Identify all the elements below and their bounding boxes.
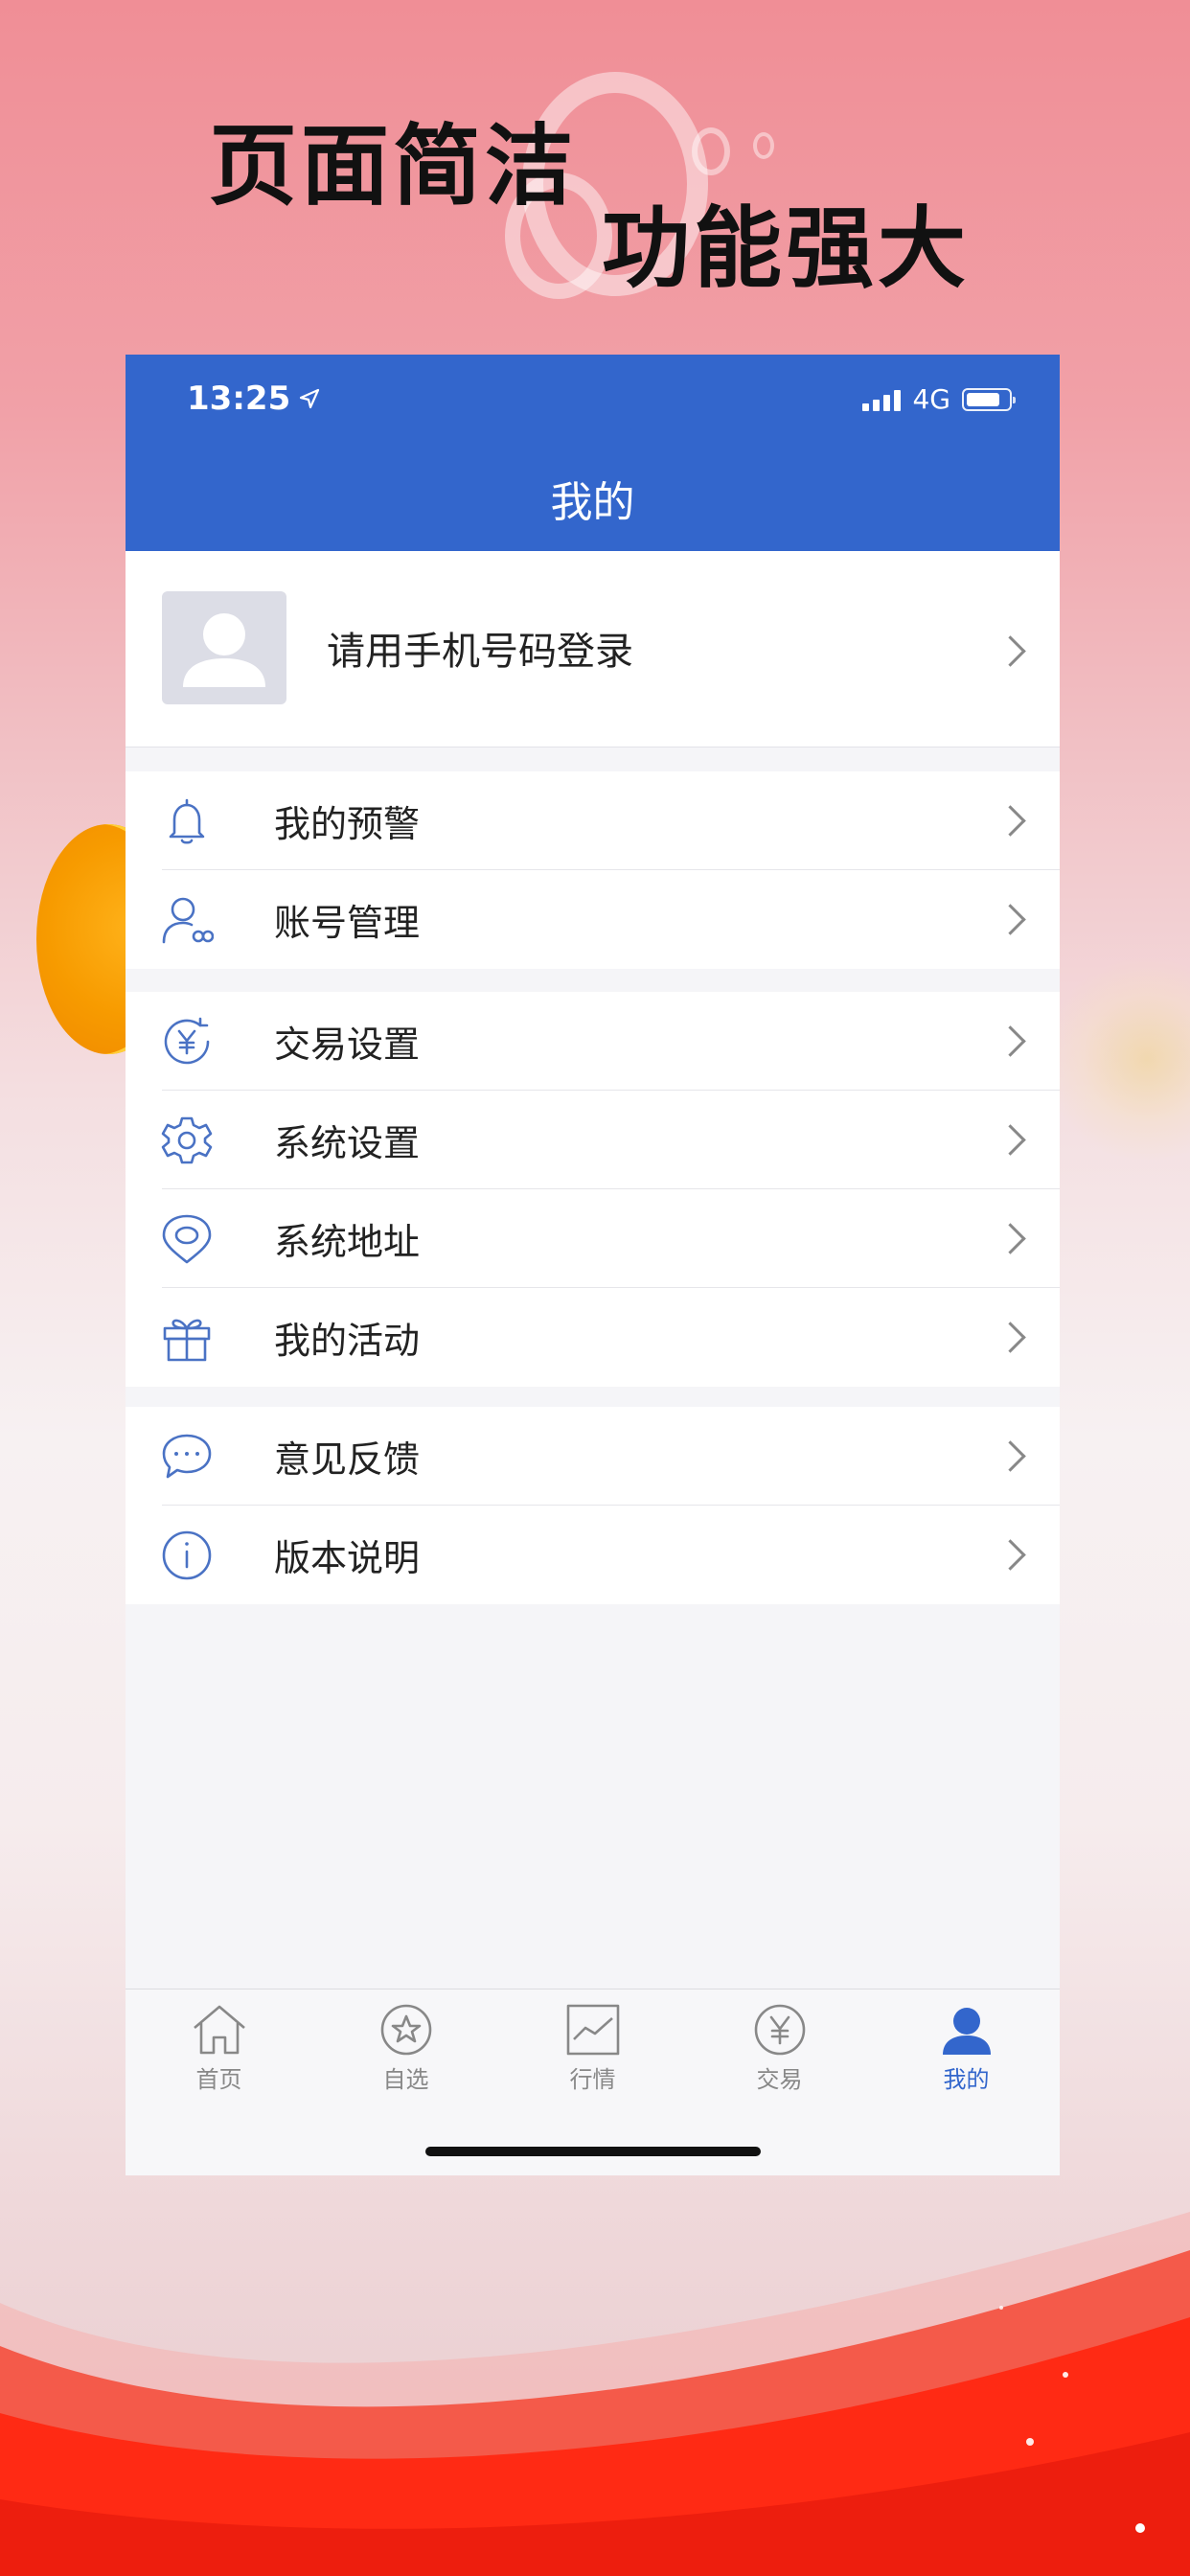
login-card[interactable]: 请用手机号码登录	[126, 551, 1060, 748]
gear-icon	[160, 1114, 214, 1167]
user-account-icon	[160, 893, 214, 947]
tab-label: 我的	[943, 2066, 990, 2093]
tab-label: 行情	[569, 2066, 616, 2093]
chevron-right-icon	[995, 1539, 1026, 1571]
star-circle-icon	[378, 2003, 435, 2057]
gift-icon	[160, 1311, 214, 1365]
info-icon	[160, 1529, 214, 1582]
menu-item-version-info[interactable]: 版本说明	[126, 1506, 1060, 1604]
menu-group-1: 我的预警 账号管理	[126, 771, 1060, 969]
login-prompt: 请用手机号码登录	[327, 630, 633, 674]
chevron-right-icon	[995, 904, 1026, 935]
status-indicators: 4G	[862, 383, 1016, 415]
tab-market[interactable]: 行情	[499, 2003, 686, 2094]
menu-item-label: 系统地址	[274, 1221, 421, 1263]
page-title: 我的	[550, 478, 635, 527]
phone-screen: 13:25 4G 我的 请用手机号码登录 我的预警 账号管理 交易设置 系统设置…	[126, 355, 1060, 2175]
promo-headline-left: 页面简洁	[209, 115, 578, 218]
decor-ring-small	[692, 127, 730, 175]
sparkle-decoration	[1046, 958, 1190, 1160]
network-type: 4G	[912, 383, 950, 415]
menu-item-system-settings[interactable]: 系统设置	[126, 1091, 1060, 1189]
status-time: 13:25	[187, 380, 291, 418]
menu-group-3: 意见反馈 版本说明	[126, 1407, 1060, 1604]
chevron-right-icon	[995, 635, 1026, 667]
person-icon	[938, 2003, 995, 2057]
menu-group-2: 交易设置 系统设置 系统地址 我的活动	[126, 992, 1060, 1387]
menu-item-alerts[interactable]: 我的预警	[126, 771, 1060, 870]
chat-bubble-icon	[160, 1430, 214, 1484]
decor-ring-tiny	[753, 132, 774, 159]
status-time-group: 13:25	[187, 380, 321, 418]
chevron-right-icon	[995, 1124, 1026, 1156]
menu-item-label: 我的活动	[274, 1320, 421, 1362]
location-pin-icon	[160, 1212, 214, 1266]
tab-label: 首页	[195, 2066, 242, 2093]
promo-headline-right: 功能强大	[602, 197, 971, 300]
menu-item-label: 意见反馈	[274, 1438, 421, 1481]
default-avatar-icon	[162, 591, 286, 704]
menu-item-my-activities[interactable]: 我的活动	[126, 1288, 1060, 1387]
chevron-right-icon	[995, 1223, 1026, 1254]
menu-item-label: 版本说明	[274, 1537, 421, 1579]
tab-label: 交易	[756, 2066, 803, 2093]
menu-item-system-address[interactable]: 系统地址	[126, 1189, 1060, 1288]
menu-item-label: 我的预警	[274, 803, 421, 845]
red-wave-decoration	[0, 2212, 1190, 2576]
tab-label: 自选	[382, 2066, 429, 2093]
chevron-right-icon	[995, 1025, 1026, 1057]
status-bar: 13:25 4G	[126, 355, 1060, 446]
tab-mine[interactable]: 我的	[873, 2003, 1060, 2094]
chevron-right-icon	[995, 1440, 1026, 1472]
menu-item-account[interactable]: 账号管理	[126, 870, 1060, 969]
signal-bars-icon	[862, 388, 902, 411]
yen-circle-icon	[751, 2003, 809, 2057]
line-chart-icon	[564, 2003, 622, 2057]
battery-icon	[962, 387, 1016, 411]
location-arrow-icon	[300, 388, 320, 409]
home-icon	[191, 2003, 248, 2057]
menu-item-label: 系统设置	[274, 1122, 421, 1164]
menu-item-label: 账号管理	[274, 902, 421, 944]
yen-cycle-icon	[160, 1015, 214, 1069]
nav-bar: 我的	[126, 446, 1060, 551]
chevron-right-icon	[995, 805, 1026, 837]
menu-item-trade-settings[interactable]: 交易设置	[126, 992, 1060, 1091]
chevron-right-icon	[995, 1322, 1026, 1353]
home-indicator	[425, 2147, 761, 2156]
menu-item-label: 交易设置	[274, 1024, 421, 1066]
menu-item-feedback[interactable]: 意见反馈	[126, 1407, 1060, 1506]
tab-home[interactable]: 首页	[126, 2003, 312, 2094]
tab-trade[interactable]: 交易	[686, 2003, 873, 2094]
tab-watchlist[interactable]: 自选	[312, 2003, 499, 2094]
bell-icon	[160, 794, 214, 848]
